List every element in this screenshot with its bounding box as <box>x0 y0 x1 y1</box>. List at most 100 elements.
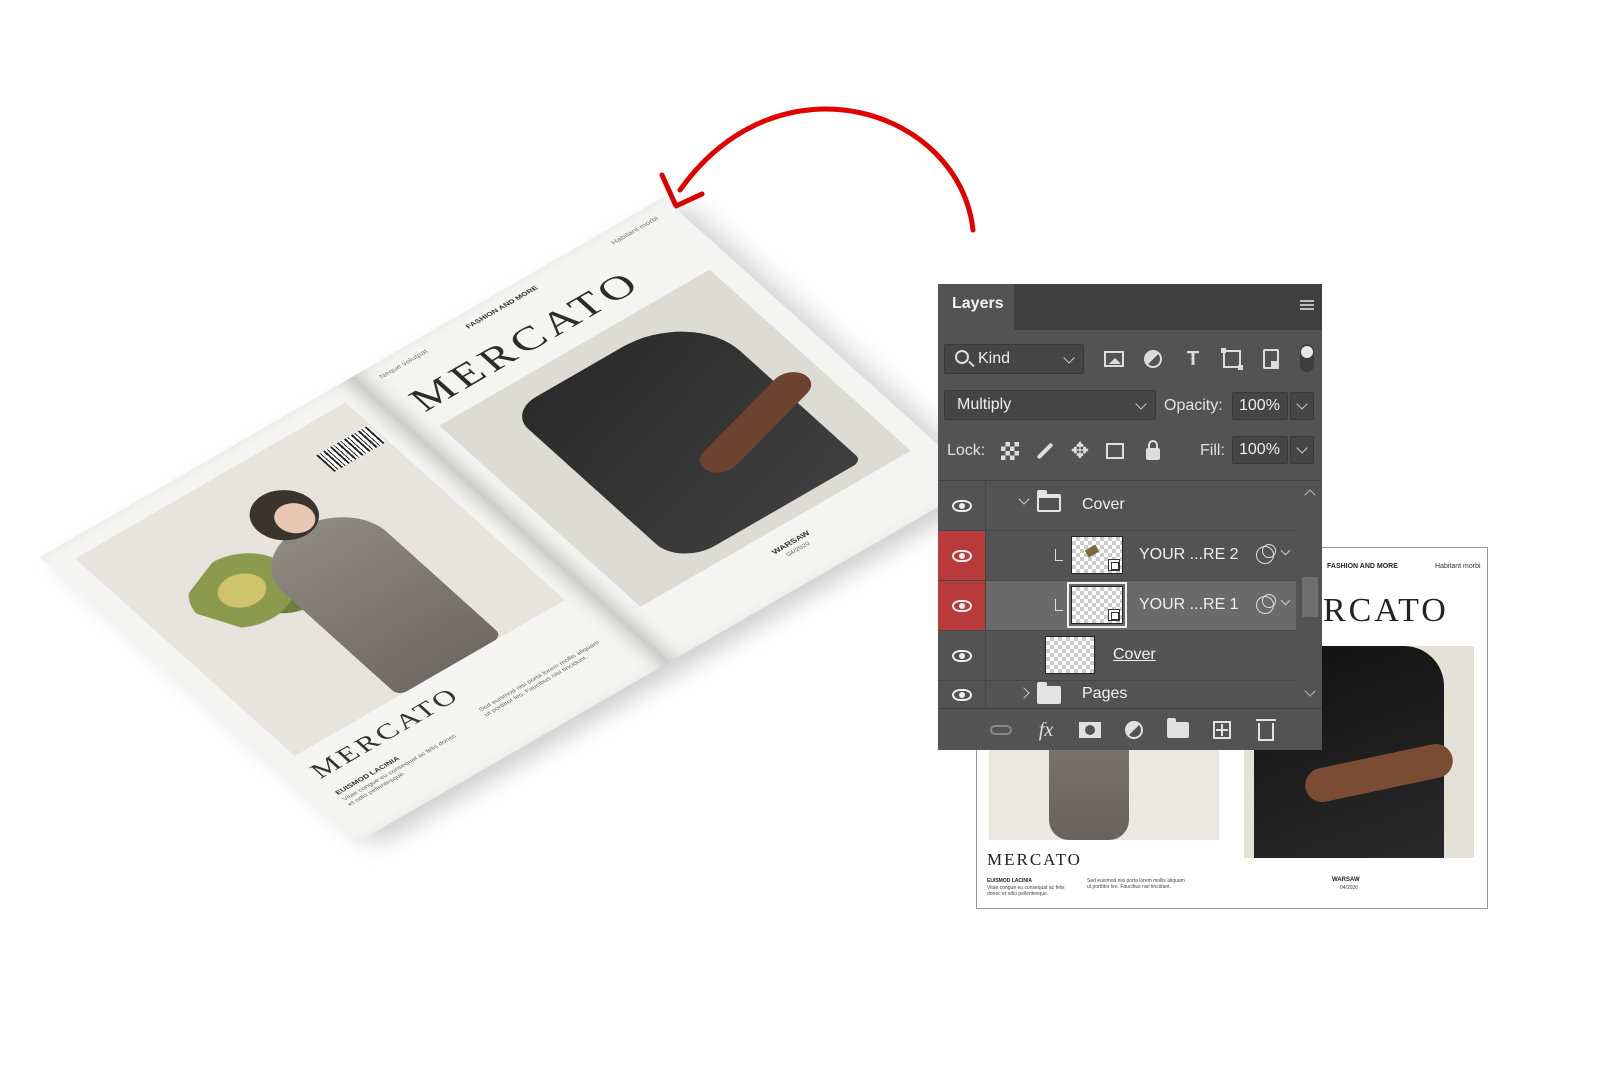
plus-square-icon <box>1213 721 1231 739</box>
layers-panel: Layers Kind T Multiply Opacity: 100% Loc… <box>938 284 1322 750</box>
preview-brand-right: RCATO <box>1323 592 1449 629</box>
lock-label: Lock: <box>947 442 986 459</box>
layer-row-your-picture-1[interactable]: YOUR ...RE 1 <box>938 581 1296 631</box>
filter-shape-layers-button[interactable] <box>1219 346 1245 372</box>
chevron-down-icon[interactable] <box>1018 493 1030 505</box>
chevron-down-icon[interactable] <box>1280 545 1291 556</box>
fill-input[interactable]: 100% <box>1232 436 1288 464</box>
layer-visibility-toggle[interactable] <box>938 531 986 580</box>
layer-row-cover-group[interactable]: Cover <box>938 481 1296 531</box>
filter-row: Kind T <box>938 340 1322 380</box>
tab-layers[interactable]: Layers <box>938 284 1014 330</box>
folder-icon <box>1037 490 1061 512</box>
chevron-right-icon[interactable] <box>1018 687 1030 699</box>
chevron-down-icon <box>1135 398 1147 410</box>
scroll-up-icon[interactable] <box>1304 489 1316 501</box>
preview-text-1: Vitae congue eu consequat ac felis donec… <box>987 885 1065 898</box>
type-icon: T <box>1186 347 1200 370</box>
lock-row: Lock: ✥ Fill: 100% <box>938 434 1322 470</box>
search-icon <box>955 350 969 364</box>
layer-row-cover-base[interactable]: Cover <box>938 631 1296 681</box>
filter-kind-label: Kind <box>978 350 1011 367</box>
fx-icon: fx <box>1038 718 1054 741</box>
smart-object-badge-icon <box>1108 609 1120 621</box>
preview-tagline: FASHION AND MORE <box>1327 563 1398 570</box>
opacity-label: Opacity: <box>1164 397 1223 414</box>
checkerboard-icon <box>1001 442 1019 460</box>
layer-row-your-picture-2[interactable]: YOUR ...RE 2 <box>938 531 1296 581</box>
lock-position-button[interactable]: ✥ <box>1067 438 1093 464</box>
scrollbar-thumb[interactable] <box>1302 577 1318 617</box>
opacity-input[interactable]: 100% <box>1232 392 1288 420</box>
thumbnail-content <box>1084 544 1100 558</box>
preview-brand-left: MERCATO <box>987 850 1082 869</box>
layers-list: Cover YOUR ...RE 2 YOUR ...RE 1 Cover Pa… <box>938 480 1322 709</box>
opacity-dropdown-button[interactable] <box>1290 392 1314 420</box>
blend-mode-dropdown[interactable]: Multiply <box>944 390 1156 420</box>
layer-thumbnail <box>1067 582 1127 628</box>
filter-smart-objects-button[interactable] <box>1258 346 1284 372</box>
adjustment-icon <box>1144 350 1162 368</box>
new-layer-button[interactable] <box>1208 716 1236 744</box>
blend-mode-value: Multiply <box>957 396 1012 413</box>
shape-icon <box>1221 348 1243 370</box>
back-text-2: Sed euismod nisi porta lorem mollis aliq… <box>477 640 601 718</box>
panel-menu-icon[interactable] <box>1300 300 1314 312</box>
lock-artboard-button[interactable] <box>1102 438 1128 464</box>
layer-thumbnail <box>1071 536 1123 574</box>
new-group-button[interactable] <box>1164 716 1192 744</box>
link-icon <box>990 725 1012 735</box>
fill-dropdown-button[interactable] <box>1290 436 1314 464</box>
barcode <box>316 425 387 472</box>
trash-icon <box>1256 719 1276 741</box>
preview-text-2: Sed euismod nisi porta lorem mollis aliq… <box>1087 878 1185 891</box>
magazine-spread: MERCATO EUISMOD LACINIA Vitae congue eu … <box>39 197 1000 848</box>
eye-icon <box>951 689 972 701</box>
eye-icon <box>951 499 972 512</box>
layer-visibility-toggle[interactable] <box>938 581 986 630</box>
add-layer-style-button[interactable]: fx <box>1032 716 1060 744</box>
layer-row-pages-group[interactable]: Pages <box>938 681 1296 709</box>
chevron-down-icon <box>1063 352 1075 364</box>
layers-scrollbar[interactable] <box>1298 481 1322 709</box>
chevron-down-icon[interactable] <box>1280 595 1291 606</box>
clipping-mask-icon <box>1055 599 1063 611</box>
image-icon <box>1104 351 1124 367</box>
chevron-down-icon <box>1296 398 1308 410</box>
lock-all-button[interactable] <box>1140 438 1166 464</box>
layer-visibility-toggle[interactable] <box>938 681 986 709</box>
layer-visibility-toggle[interactable] <box>938 481 986 530</box>
clipping-mask-icon <box>1055 549 1063 561</box>
brush-icon <box>1036 442 1054 460</box>
layer-name: YOUR ...RE 1 <box>1139 596 1239 613</box>
mask-icon <box>1079 722 1101 738</box>
preview-top-right-text: Habitant morbi <box>1435 563 1481 570</box>
layer-name: YOUR ...RE 2 <box>1139 546 1239 563</box>
filter-kind-dropdown[interactable]: Kind <box>944 344 1084 374</box>
chevron-down-icon <box>1296 442 1308 454</box>
preview-label: EUISMOD LACINIA <box>987 878 1032 884</box>
smart-object-icon <box>1263 349 1279 369</box>
layer-name: Pages <box>1082 685 1128 702</box>
folder-icon <box>1167 718 1189 738</box>
filter-type-layers-button[interactable]: T <box>1180 346 1206 372</box>
move-icon: ✥ <box>1070 438 1090 463</box>
lock-transparency-button[interactable] <box>997 438 1023 464</box>
fill-label: Fill: <box>1200 442 1225 459</box>
new-adjustment-layer-button[interactable] <box>1120 716 1148 744</box>
delete-layer-button[interactable] <box>1252 716 1280 744</box>
link-layers-button[interactable] <box>987 716 1015 744</box>
layer-name: Cover <box>1082 496 1125 513</box>
filter-toggle-switch[interactable] <box>1300 344 1314 372</box>
lock-pixels-button[interactable] <box>1032 438 1058 464</box>
lock-icon <box>1146 440 1160 460</box>
linked-smart-object-icon <box>1256 594 1276 614</box>
filter-pixel-layers-button[interactable] <box>1101 346 1127 372</box>
add-mask-button[interactable] <box>1076 716 1104 744</box>
artboard-icon <box>1106 443 1124 459</box>
layer-name: Cover <box>1113 646 1156 663</box>
scroll-down-icon[interactable] <box>1304 685 1316 697</box>
layer-visibility-toggle[interactable] <box>938 631 986 680</box>
filter-adjustment-layers-button[interactable] <box>1140 346 1166 372</box>
front-top-right-text: Habitant morbi <box>609 214 661 246</box>
